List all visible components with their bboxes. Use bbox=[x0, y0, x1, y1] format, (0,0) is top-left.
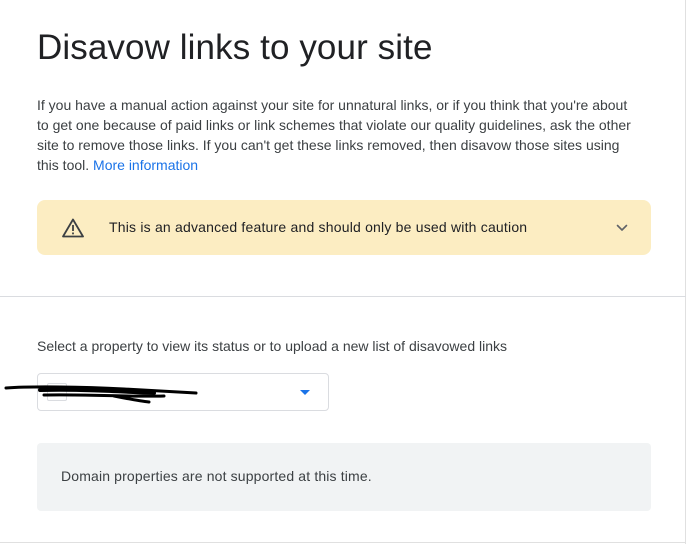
chevron-down-icon[interactable] bbox=[615, 221, 629, 235]
property-icon bbox=[47, 383, 67, 401]
property-select-label: Select a property to view its status or … bbox=[37, 338, 508, 354]
page-title: Disavow links to your site bbox=[37, 28, 433, 67]
warning-triangle-icon bbox=[62, 218, 84, 238]
disavow-links-page: Disavow links to your site If you have a… bbox=[0, 0, 686, 544]
bottom-divider bbox=[0, 542, 686, 543]
domain-properties-notice: Domain properties are not supported at t… bbox=[37, 443, 651, 511]
more-information-link[interactable]: More information bbox=[93, 157, 198, 173]
intro-paragraph: If you have a manual action against your… bbox=[37, 95, 637, 175]
warning-text: This is an advanced feature and should o… bbox=[109, 219, 528, 235]
property-select-dropdown[interactable] bbox=[37, 373, 329, 411]
notice-text: Domain properties are not supported at t… bbox=[61, 468, 372, 484]
section-divider bbox=[0, 296, 686, 297]
arrow-drop-down-icon bbox=[300, 390, 310, 395]
advanced-feature-warning[interactable]: This is an advanced feature and should o… bbox=[37, 200, 651, 255]
